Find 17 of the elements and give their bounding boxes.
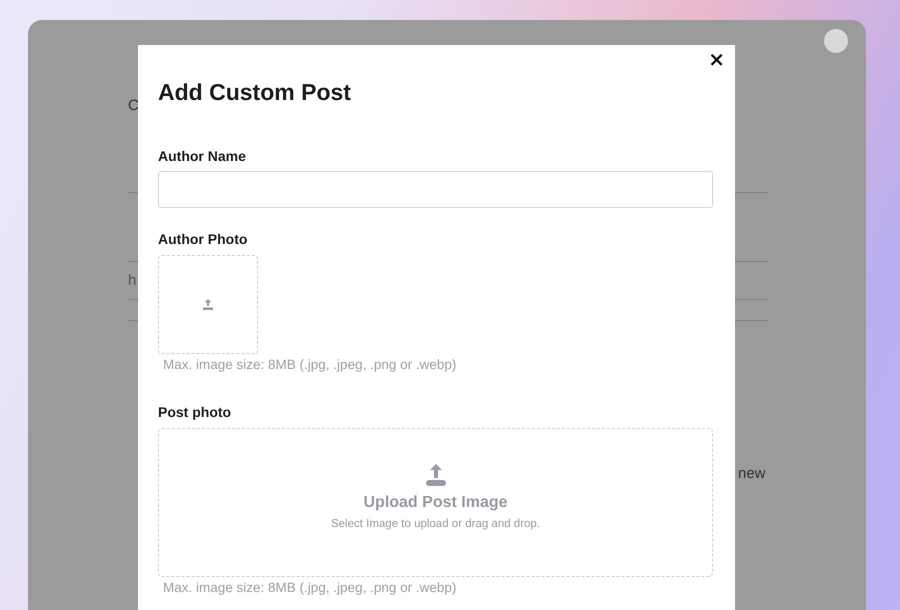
modal-title: Add Custom Post: [158, 79, 352, 106]
upload-subtitle: Select Image to upload or drag and drop.: [330, 518, 540, 530]
hint-text: Max. image size: 8MB (.jpg, .jpeg, .png or .webp): [163, 357, 458, 372]
body-text: new: [738, 465, 767, 483]
field-label: Author Name: [158, 148, 247, 164]
field-label: Author Photo: [158, 231, 248, 247]
upload-icon: [424, 463, 448, 487]
input-field[interactable]: [158, 171, 713, 208]
avatar-circle: [824, 29, 848, 53]
field-label: Post photo: [158, 404, 232, 420]
upload-icon: [200, 296, 216, 312]
heading-text: C: [128, 97, 140, 115]
upload-area[interactable]: [158, 255, 258, 354]
hint-text: Max. image size: 8MB (.jpg, .jpeg, .png or .webp): [163, 580, 458, 595]
row-text: h: [128, 272, 138, 290]
upload-title: Upload Post Image: [363, 494, 508, 512]
close-button[interactable]: ×: [704, 48, 729, 70]
